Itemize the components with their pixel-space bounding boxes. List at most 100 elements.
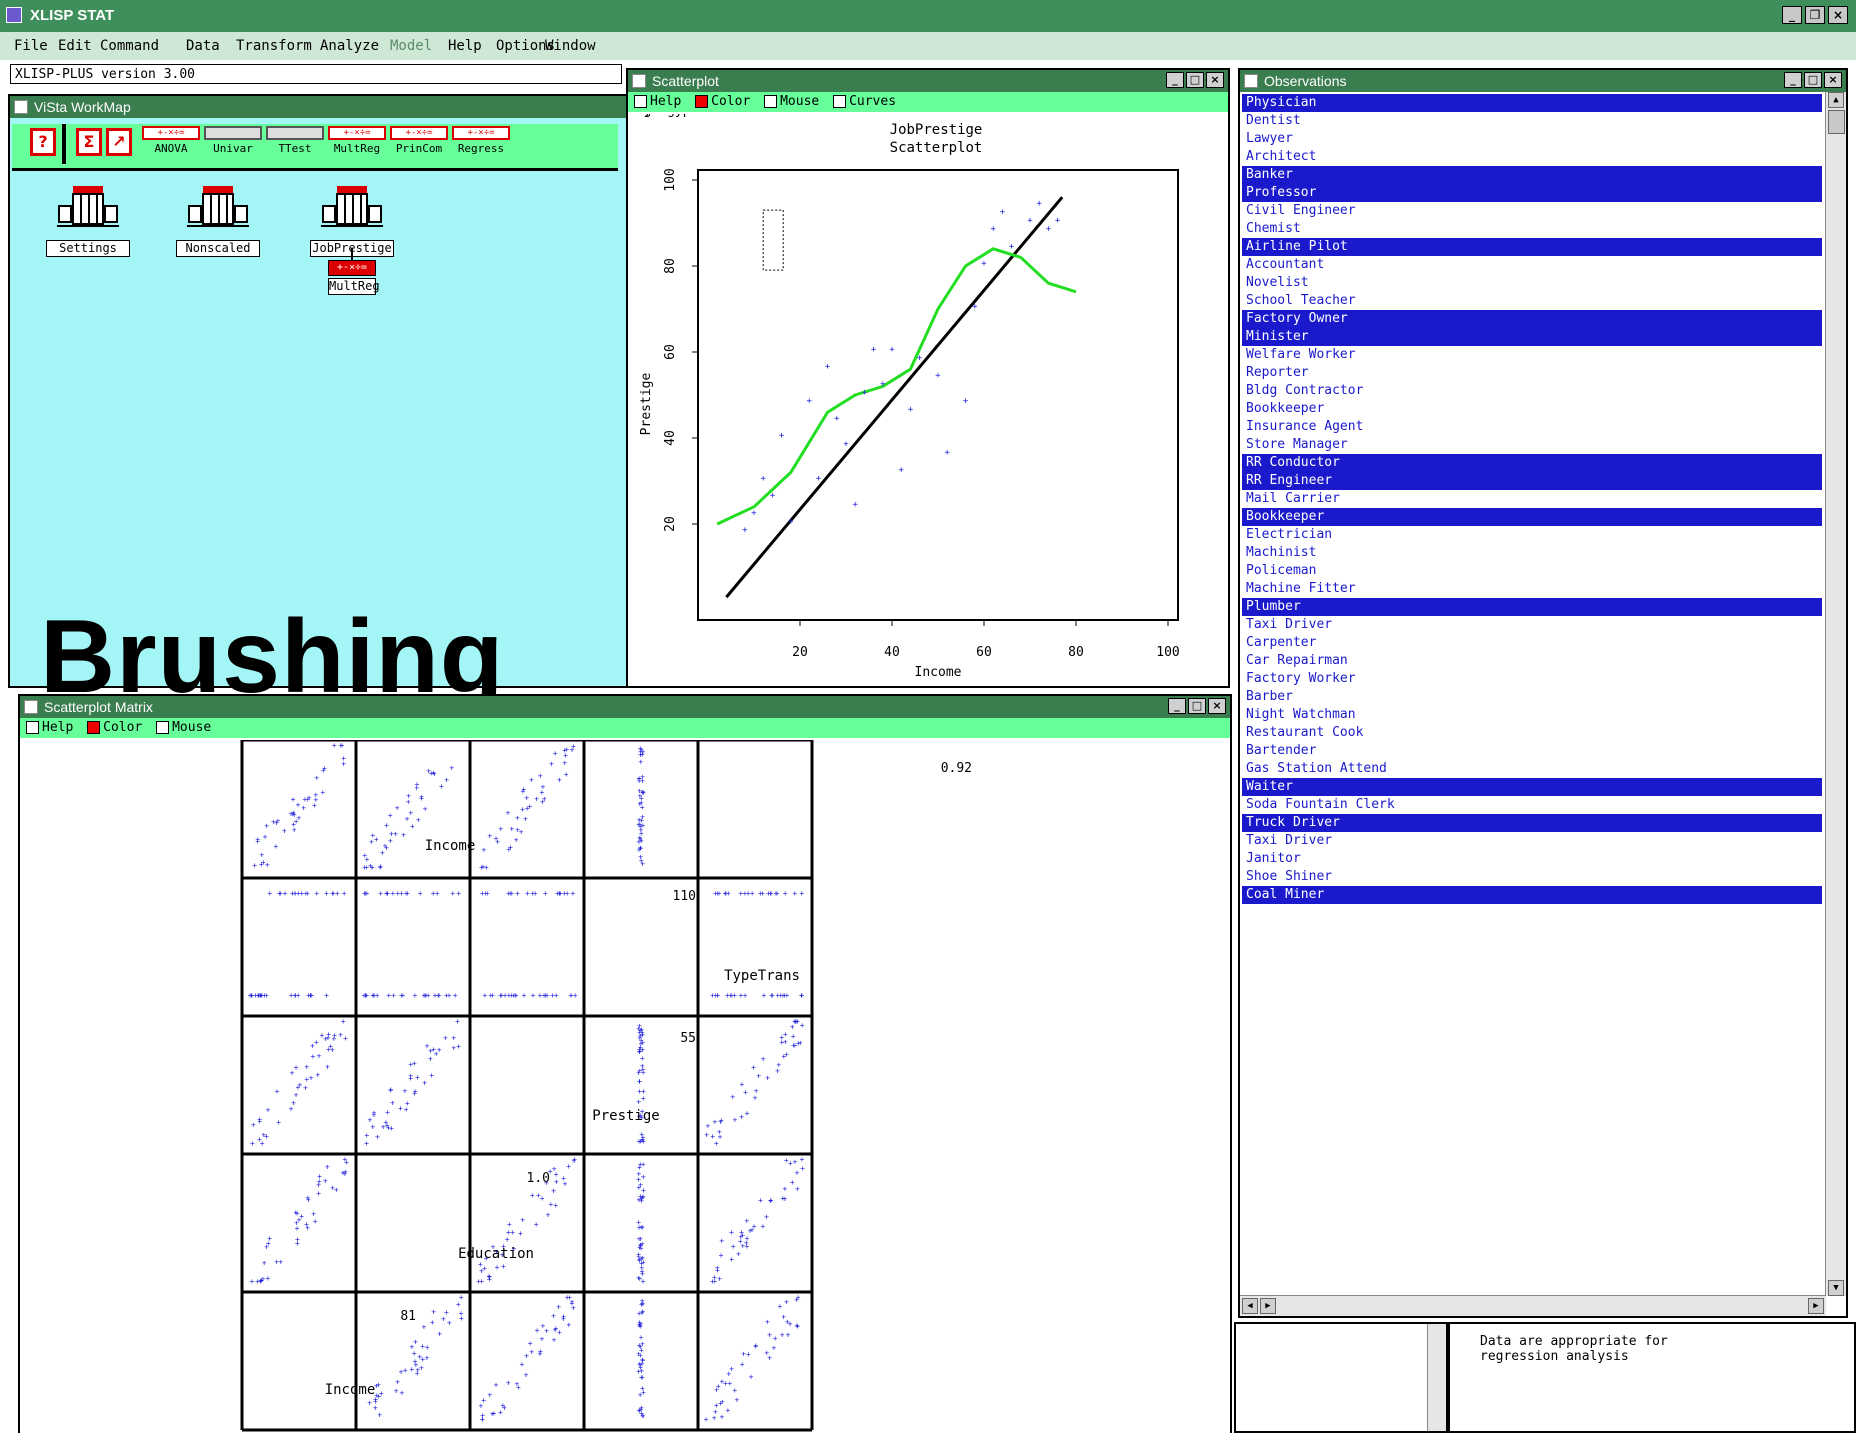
observation-item[interactable]: Bookkeeper (1242, 508, 1822, 526)
observation-item[interactable]: Factory Owner (1242, 310, 1822, 328)
observation-item[interactable]: School Teacher (1242, 292, 1822, 310)
observation-item[interactable]: Physician (1242, 94, 1822, 112)
spm-option-help[interactable]: Help (20, 720, 73, 735)
observation-item[interactable]: Mail Carrier (1242, 490, 1822, 508)
menu-file[interactable]: File (14, 38, 48, 54)
menu-model[interactable]: Model (390, 38, 432, 54)
observation-item[interactable]: Shoe Shiner (1242, 868, 1822, 886)
scroll-up-icon[interactable]: ▲ (1828, 92, 1844, 108)
regress-tool[interactable]: +-×÷= Regress (452, 126, 510, 162)
observation-item[interactable]: Store Manager (1242, 436, 1822, 454)
option-curves[interactable]: Curves (827, 94, 896, 109)
workmap-node-nonscaled[interactable]: Nonscaled (176, 186, 260, 257)
obs-vertical-scrollbar[interactable]: ▲ ▼ (1825, 92, 1846, 1296)
observation-item[interactable]: Restaurant Cook (1242, 724, 1822, 742)
workmap-node-settings[interactable]: Settings (46, 186, 130, 257)
observation-item[interactable]: Airline Pilot (1242, 238, 1822, 256)
obs-close-button[interactable]: × (1824, 72, 1842, 88)
observation-item[interactable]: Barber (1242, 688, 1822, 706)
observation-item[interactable]: Taxi Driver (1242, 832, 1822, 850)
minimize-button[interactable]: _ (1782, 6, 1802, 24)
observation-item[interactable]: RR Engineer (1242, 472, 1822, 490)
spm-option-color[interactable]: Color (81, 720, 142, 735)
workmap-canvas[interactable]: ? Σ ↗ +-×÷= ANOVA Univar TTest +-×÷= Mul… (10, 118, 626, 715)
observation-item[interactable]: Insurance Agent (1242, 418, 1822, 436)
obs-maximize-button[interactable]: □ (1804, 72, 1822, 88)
command-line-input[interactable]: XLISP-PLUS version 3.00 (10, 64, 622, 84)
observation-item[interactable]: Policeman (1242, 562, 1822, 580)
scatter-close-button[interactable]: × (1206, 72, 1224, 88)
menu-help[interactable]: Help (448, 38, 482, 54)
menu-edit[interactable]: Edit (58, 38, 92, 54)
scatter-minimize-button[interactable]: _ (1166, 72, 1184, 88)
univar-tool[interactable]: Univar (204, 126, 262, 162)
plot-button[interactable]: ↗ (106, 128, 132, 156)
option-mouse[interactable]: Mouse (758, 94, 819, 109)
observation-item[interactable]: Machinist (1242, 544, 1822, 562)
obs-minimize-button[interactable]: _ (1784, 72, 1802, 88)
spm-canvas[interactable]: +++++++++++++++++ ++++++ +++++++++++++++ ++… (20, 740, 1230, 1435)
scatter-plot[interactable]: JobPrestige Scatterplot 20 40 60 80 100 20 40 6… (628, 114, 1228, 686)
observation-item[interactable]: Reporter (1242, 364, 1822, 382)
option-color[interactable]: Color (689, 94, 750, 109)
observation-item[interactable]: Carpenter (1242, 634, 1822, 652)
observation-item[interactable]: Coal Miner (1242, 886, 1822, 904)
menu-window[interactable]: Window (545, 38, 596, 54)
scroll-left-icon[interactable]: ◀ (1242, 1298, 1258, 1314)
observation-item[interactable]: Electrician (1242, 526, 1822, 544)
scroll-end-icon[interactable]: ▶ (1808, 1298, 1824, 1314)
observation-item[interactable]: Machine Fitter (1242, 580, 1822, 598)
observations-list[interactable]: Physician Dentist Lawyer Architect Banker Pro… (1242, 94, 1822, 904)
menu-analyze[interactable]: Analyze (320, 38, 379, 54)
princom-tool[interactable]: +-×÷= PrinCom (390, 126, 448, 162)
anova-tool[interactable]: +-×÷= ANOVA (142, 126, 200, 162)
observation-item[interactable]: Truck Driver (1242, 814, 1822, 832)
workmap-node-multreg[interactable]: +-×÷= MultReg (328, 260, 380, 295)
observation-item[interactable]: Minister (1242, 328, 1822, 346)
workmap-node-jobprestige[interactable]: JobPrestige (310, 186, 394, 257)
scatter-maximize-button[interactable]: □ (1186, 72, 1204, 88)
spm-option-mouse[interactable]: Mouse (150, 720, 211, 735)
observation-item[interactable]: Civil Engineer (1242, 202, 1822, 220)
observation-item[interactable]: Night Watchman (1242, 706, 1822, 724)
scroll-down-icon[interactable]: ▼ (1828, 1280, 1844, 1296)
menu-transform[interactable]: Transform (236, 38, 312, 54)
close-button[interactable]: × (1828, 6, 1848, 24)
restore-button[interactable]: ❐ (1805, 6, 1825, 24)
observation-item[interactable]: Novelist (1242, 274, 1822, 292)
observation-item[interactable]: Car Repairman (1242, 652, 1822, 670)
observation-item[interactable]: Banker (1242, 166, 1822, 184)
ttest-tool[interactable]: TTest (266, 126, 324, 162)
scroll-thumb[interactable] (1828, 110, 1845, 134)
observation-item[interactable]: Factory Worker (1242, 670, 1822, 688)
spm-maximize-button[interactable]: □ (1188, 698, 1206, 714)
observation-item[interactable]: Dentist (1242, 112, 1822, 130)
help-button[interactable]: ? (30, 128, 56, 156)
scroll-right-icon[interactable]: ▶ (1260, 1298, 1276, 1314)
observation-item[interactable]: Waiter (1242, 778, 1822, 796)
observation-item[interactable]: Bartender (1242, 742, 1822, 760)
observation-item[interactable]: RR Conductor (1242, 454, 1822, 472)
multreg-tool[interactable]: +-×÷= MultReg (328, 126, 386, 162)
notes-left-pane[interactable] (1234, 1322, 1448, 1433)
spm-minimize-button[interactable]: _ (1168, 698, 1186, 714)
observation-item[interactable]: Chemist (1242, 220, 1822, 238)
spm-close-button[interactable]: × (1208, 698, 1226, 714)
observation-item[interactable]: Bookkeeper (1242, 400, 1822, 418)
observation-item[interactable]: Taxi Driver (1242, 616, 1822, 634)
observation-item[interactable]: Accountant (1242, 256, 1822, 274)
observation-item[interactable]: Professor (1242, 184, 1822, 202)
notes-scrollbar[interactable] (1427, 1324, 1446, 1431)
observation-item[interactable]: Plumber (1242, 598, 1822, 616)
option-help[interactable]: Help (628, 94, 681, 109)
observation-item[interactable]: Gas Station Attend (1242, 760, 1822, 778)
obs-horizontal-scrollbar[interactable]: ◀ ▶ ▶ (1240, 1295, 1826, 1316)
observation-item[interactable]: Janitor (1242, 850, 1822, 868)
observation-item[interactable]: Welfare Worker (1242, 346, 1822, 364)
observation-item[interactable]: Lawyer (1242, 130, 1822, 148)
sum-button[interactable]: Σ (76, 128, 102, 156)
menu-data[interactable]: Data (186, 38, 220, 54)
menu-command[interactable]: Command (100, 38, 159, 54)
observation-item[interactable]: Architect (1242, 148, 1822, 166)
observation-item[interactable]: Soda Fountain Clerk (1242, 796, 1822, 814)
